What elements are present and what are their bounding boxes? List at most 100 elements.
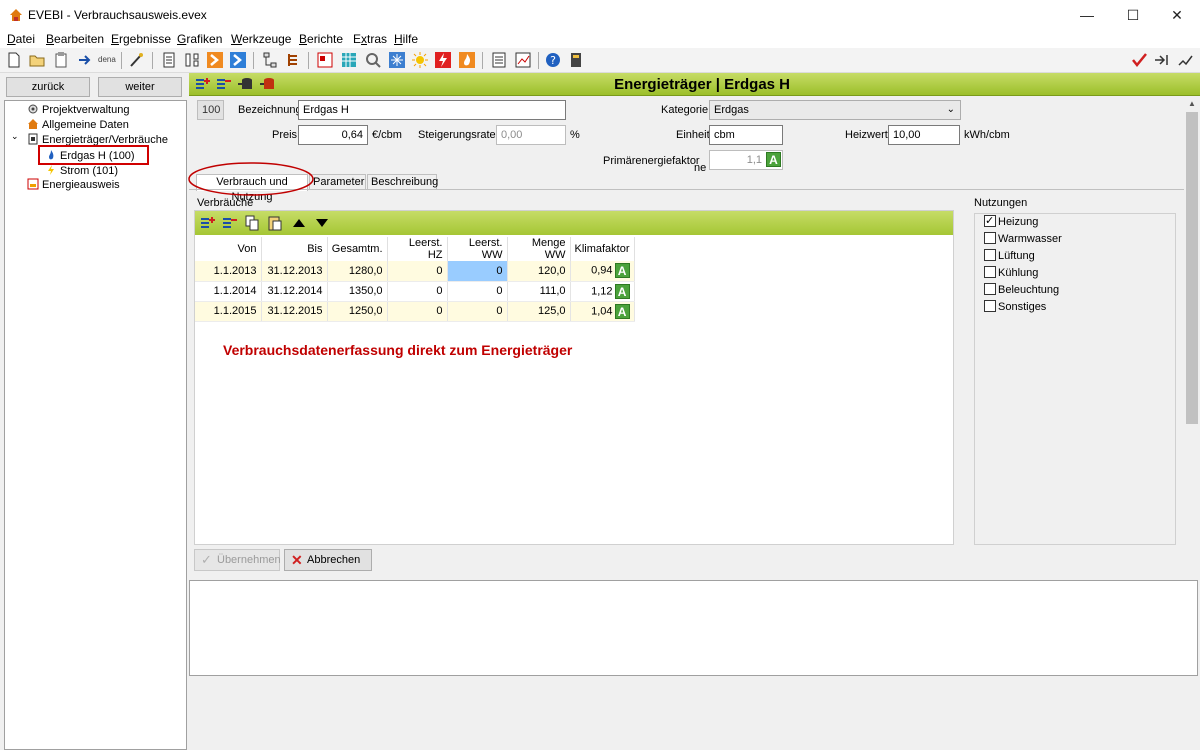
cell-gesamtmenge[interactable]: 1350,0 xyxy=(327,281,388,302)
sun-icon[interactable] xyxy=(411,51,429,69)
checkbox-unchecked-icon[interactable] xyxy=(984,266,996,278)
checkbox-unchecked-icon[interactable] xyxy=(984,232,996,244)
grid-teal-icon[interactable] xyxy=(340,51,358,69)
checkbox-unchecked-icon[interactable] xyxy=(984,283,996,295)
cell-leerstand-hz[interactable]: 0 xyxy=(387,261,448,282)
column-header-gesamtmenge[interactable]: Gesamtm. xyxy=(327,237,388,261)
line-chart-icon[interactable] xyxy=(1177,51,1195,69)
cell-menge-ww[interactable]: 111,0 xyxy=(507,281,571,302)
cell-menge-ww[interactable]: 120,0 xyxy=(507,261,571,282)
document-icon[interactable] xyxy=(160,51,178,69)
remove-row-icon[interactable] xyxy=(215,76,231,92)
scrollbar-thumb[interactable] xyxy=(1186,112,1198,424)
cell-von[interactable]: 1.1.2013 xyxy=(195,261,262,282)
structure-icon[interactable] xyxy=(183,51,201,69)
menu-werkzeuge[interactable]: Werkzeuge xyxy=(231,32,291,46)
menu-grafiken[interactable]: Grafiken xyxy=(177,32,222,46)
magnifier-icon[interactable] xyxy=(364,51,382,69)
cell-leerstand-ww-selected[interactable]: 0 xyxy=(447,261,508,282)
table-row[interactable]: 1.1.2015 31.12.2015 1250,0 0 0 125,0 1,0… xyxy=(195,301,635,322)
column-header-von[interactable]: Von xyxy=(195,237,262,261)
tab-parameter[interactable]: Parameter xyxy=(309,174,366,190)
list-tree-icon[interactable] xyxy=(285,51,303,69)
checkbox-lueftung[interactable]: Lüftung xyxy=(984,248,1035,265)
cell-von[interactable]: 1.1.2014 xyxy=(195,281,262,302)
checkbox-heizung[interactable]: Heizung xyxy=(984,213,1038,231)
copy-icon[interactable] xyxy=(244,215,260,231)
new-file-icon[interactable] xyxy=(5,51,23,69)
orange-arrow-icon[interactable] xyxy=(206,51,224,69)
close-window-button[interactable]: ✕ xyxy=(1154,0,1200,30)
cell-menge-ww[interactable]: 125,0 xyxy=(507,301,571,322)
checkmark-icon[interactable] xyxy=(1130,51,1148,69)
column-header-menge-ww[interactable]: Menge WW xyxy=(507,237,571,261)
calculator-icon[interactable] xyxy=(567,51,585,69)
scroll-up-icon[interactable]: ▲ xyxy=(1188,99,1196,108)
kategorie-select[interactable]: Erdgas ⌄ xyxy=(709,100,961,120)
database-right-icon[interactable] xyxy=(259,76,275,92)
tree-expand-chevron-icon[interactable]: ⌄ xyxy=(11,131,19,142)
clipboard-icon[interactable] xyxy=(52,51,70,69)
table-row[interactable]: 1.1.2014 31.12.2014 1350,0 0 0 111,0 1,1… xyxy=(195,281,635,302)
cell-leerstand-ww[interactable]: 0 xyxy=(447,281,508,302)
blue-arrow-icon[interactable] xyxy=(229,51,247,69)
minimize-button[interactable]: — xyxy=(1064,0,1110,30)
column-header-bis[interactable]: Bis xyxy=(261,237,328,261)
cell-leerstand-hz[interactable]: 0 xyxy=(387,301,448,322)
window-red-icon[interactable] xyxy=(316,51,334,69)
einheit-input[interactable]: cbm xyxy=(709,125,783,145)
cell-von[interactable]: 1.1.2015 xyxy=(195,301,262,322)
cell-bis[interactable]: 31.12.2015 xyxy=(261,301,328,322)
checkbox-sonstiges[interactable]: Sonstiges xyxy=(984,299,1046,316)
cell-leerstand-hz[interactable]: 0 xyxy=(387,281,448,302)
tab-beschreibung[interactable]: Beschreibung xyxy=(367,174,438,190)
maximize-button[interactable]: ☐ xyxy=(1110,0,1156,30)
export-arrow-icon[interactable] xyxy=(76,51,94,69)
cell-bis[interactable]: 31.12.2013 xyxy=(261,261,328,282)
apply-button[interactable]: ✓ Übernehmen xyxy=(194,549,281,571)
move-down-icon[interactable] xyxy=(315,216,329,230)
column-header-leerstand-ww[interactable]: Leerst. WW xyxy=(447,237,508,261)
lightning-icon[interactable] xyxy=(434,51,452,69)
checkbox-unchecked-icon[interactable] xyxy=(984,300,996,312)
network-icon[interactable] xyxy=(261,51,279,69)
checkbox-checked-icon[interactable] xyxy=(984,213,996,230)
forward-button[interactable]: weiter xyxy=(98,77,182,97)
dena-button[interactable]: dena xyxy=(98,55,116,64)
back-button[interactable]: zurück xyxy=(6,77,90,97)
move-up-icon[interactable] xyxy=(292,216,306,230)
table-row[interactable]: 1.1.2013 31.12.2013 1280,0 0 0 120,0 0,9… xyxy=(195,261,635,282)
tree-item-allgemeine-daten[interactable]: Allgemeine Daten xyxy=(27,118,129,133)
checkbox-warmwasser[interactable]: Warmwasser xyxy=(984,231,1062,248)
tree-item-energieausweis[interactable]: Energieausweis xyxy=(27,178,120,193)
cell-klimafaktor[interactable]: 0,94 A xyxy=(570,261,635,282)
preis-input[interactable]: 0,64 xyxy=(298,125,368,145)
column-header-klimafaktor[interactable]: Klimafaktor xyxy=(570,237,635,261)
cell-gesamtmenge[interactable]: 1280,0 xyxy=(327,261,388,282)
flame-icon[interactable] xyxy=(458,51,476,69)
open-folder-icon[interactable] xyxy=(28,51,46,69)
steigerungsrate-input[interactable]: 0,00 xyxy=(496,125,566,145)
menu-bearbeiten[interactable]: Bearbeiten xyxy=(46,32,104,46)
wand-icon[interactable] xyxy=(127,51,145,69)
menu-datei[interactable]: Datei xyxy=(7,32,35,46)
cell-klimafaktor[interactable]: 1,04 A xyxy=(570,301,635,322)
menu-extras[interactable]: Extras xyxy=(353,32,387,46)
column-header-leerstand-hz[interactable]: Leerst. HZ xyxy=(387,237,448,261)
cell-klimafaktor[interactable]: 1,12 A xyxy=(570,281,635,302)
menu-hilfe[interactable]: Hilfe xyxy=(394,32,418,46)
add-row-icon[interactable] xyxy=(194,76,210,92)
description-pane[interactable] xyxy=(189,580,1198,676)
checkbox-beleuchtung[interactable]: Beleuchtung xyxy=(984,282,1059,299)
heizwert-input[interactable]: 10,00 xyxy=(888,125,960,145)
cell-bis[interactable]: 31.12.2014 xyxy=(261,281,328,302)
cancel-button[interactable]: ✕ Abbrechen xyxy=(284,549,372,571)
paste-icon[interactable] xyxy=(267,215,283,231)
remove-row-icon[interactable] xyxy=(221,215,237,231)
help-icon[interactable]: ? xyxy=(544,51,562,69)
arrow-pin-icon[interactable] xyxy=(1153,51,1171,69)
menu-berichte[interactable]: Berichte xyxy=(299,32,343,46)
bezeichnung-input[interactable]: Erdgas H xyxy=(298,100,566,120)
report-icon[interactable] xyxy=(490,51,508,69)
snowflake-fan-icon[interactable] xyxy=(388,51,406,69)
